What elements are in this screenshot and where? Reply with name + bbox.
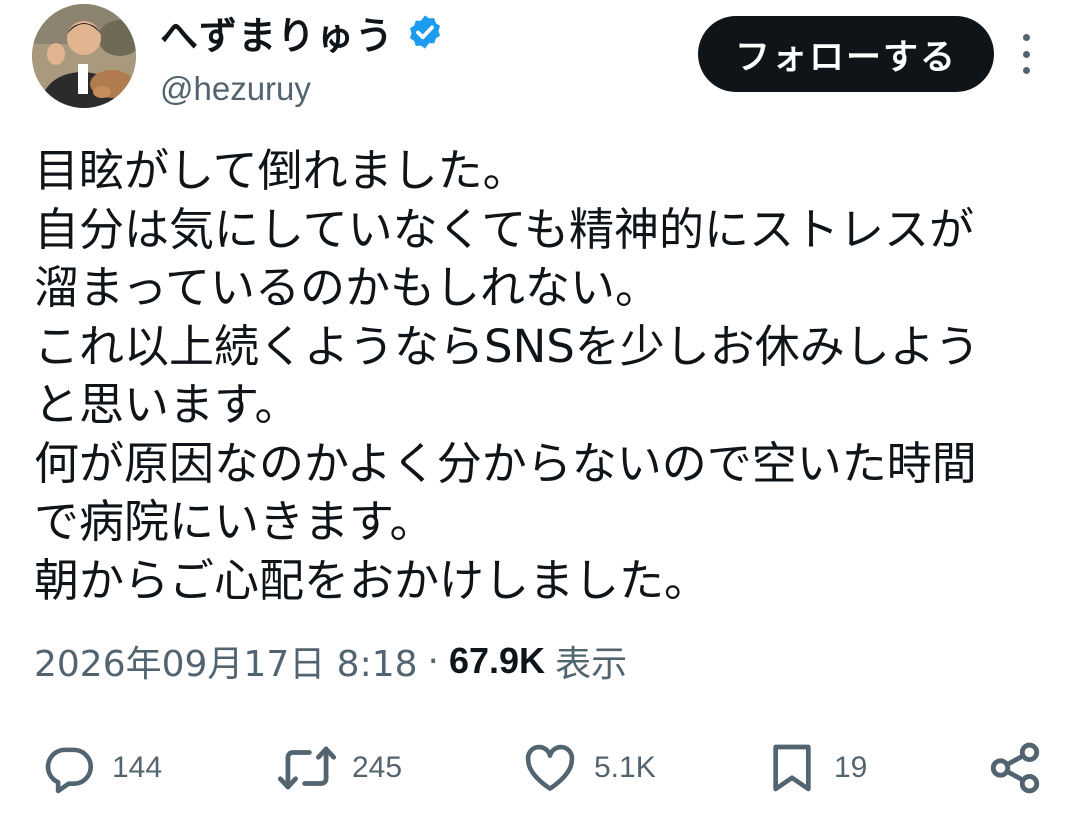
- tweet-text-line: 朝からご心配をおかけしました。: [34, 553, 710, 607]
- tweet-timestamp[interactable]: 2026年09月17日 8:18: [34, 635, 418, 687]
- tweet-text-line: これ以上続くようならSNSを少しお休みしよう: [34, 319, 980, 373]
- verified-badge-icon[interactable]: [406, 13, 444, 51]
- tweet-meta: 2026年09月17日 8:18 · 67.9K 表示: [34, 634, 627, 688]
- follow-button[interactable]: フォローする: [698, 16, 994, 92]
- tweet-text-line: 目眩がして倒れました。: [34, 144, 528, 197]
- bookmark-count: 19: [834, 751, 868, 784]
- share-icon: [990, 742, 1040, 794]
- tweet-text-line: で病院にいきます。: [34, 495, 435, 548]
- tweet-text-line: と思います。: [34, 378, 300, 431]
- more-dot: [1022, 34, 1030, 41]
- display-name-row: へずまりゅう: [160, 4, 444, 60]
- view-label: 表示: [555, 644, 628, 685]
- avatar[interactable]: [32, 4, 136, 108]
- user-handle[interactable]: @hezuruy: [160, 70, 311, 108]
- more-dot: [1022, 67, 1030, 74]
- view-count[interactable]: 67.9K: [449, 640, 545, 682]
- tweet-text-line: 自分は気にしていなくても精神的にストレスが: [34, 202, 975, 256]
- reply-button[interactable]: 144: [40, 736, 162, 800]
- retweet-button[interactable]: 245: [276, 736, 402, 800]
- display-name[interactable]: へずまりゅう: [160, 5, 394, 60]
- tweet-text-line: 何が原因なのかよく分からないので空いた時間: [34, 436, 977, 490]
- reply-count: 144: [112, 751, 163, 784]
- reply-icon: [45, 747, 94, 794]
- tweet-card: へずまりゅう @hezuruy フォローする 目眩がして倒れました。 自分は気に…: [0, 0, 1080, 828]
- like-button[interactable]: 5.1K: [520, 736, 656, 800]
- tweet-text: 目眩がして倒れました。 自分は気にしていなくても精神的にストレスが 溜まっている…: [34, 142, 1044, 610]
- user-avatar-photo: [32, 4, 136, 108]
- bookmark-button[interactable]: 19: [764, 736, 867, 800]
- meta-separator: ·: [427, 640, 439, 682]
- like-heart-icon: [525, 744, 575, 791]
- retweet-count: 245: [352, 751, 403, 784]
- more-dot: [1022, 50, 1030, 58]
- share-button[interactable]: [986, 736, 1044, 800]
- retweet-icon: [277, 746, 337, 790]
- tweet-text-line: 溜まっているのかもしれない。: [34, 261, 660, 314]
- bookmark-icon: [773, 744, 811, 792]
- more-vertical-icon[interactable]: [1014, 34, 1038, 74]
- like-count: 5.1K: [594, 751, 656, 784]
